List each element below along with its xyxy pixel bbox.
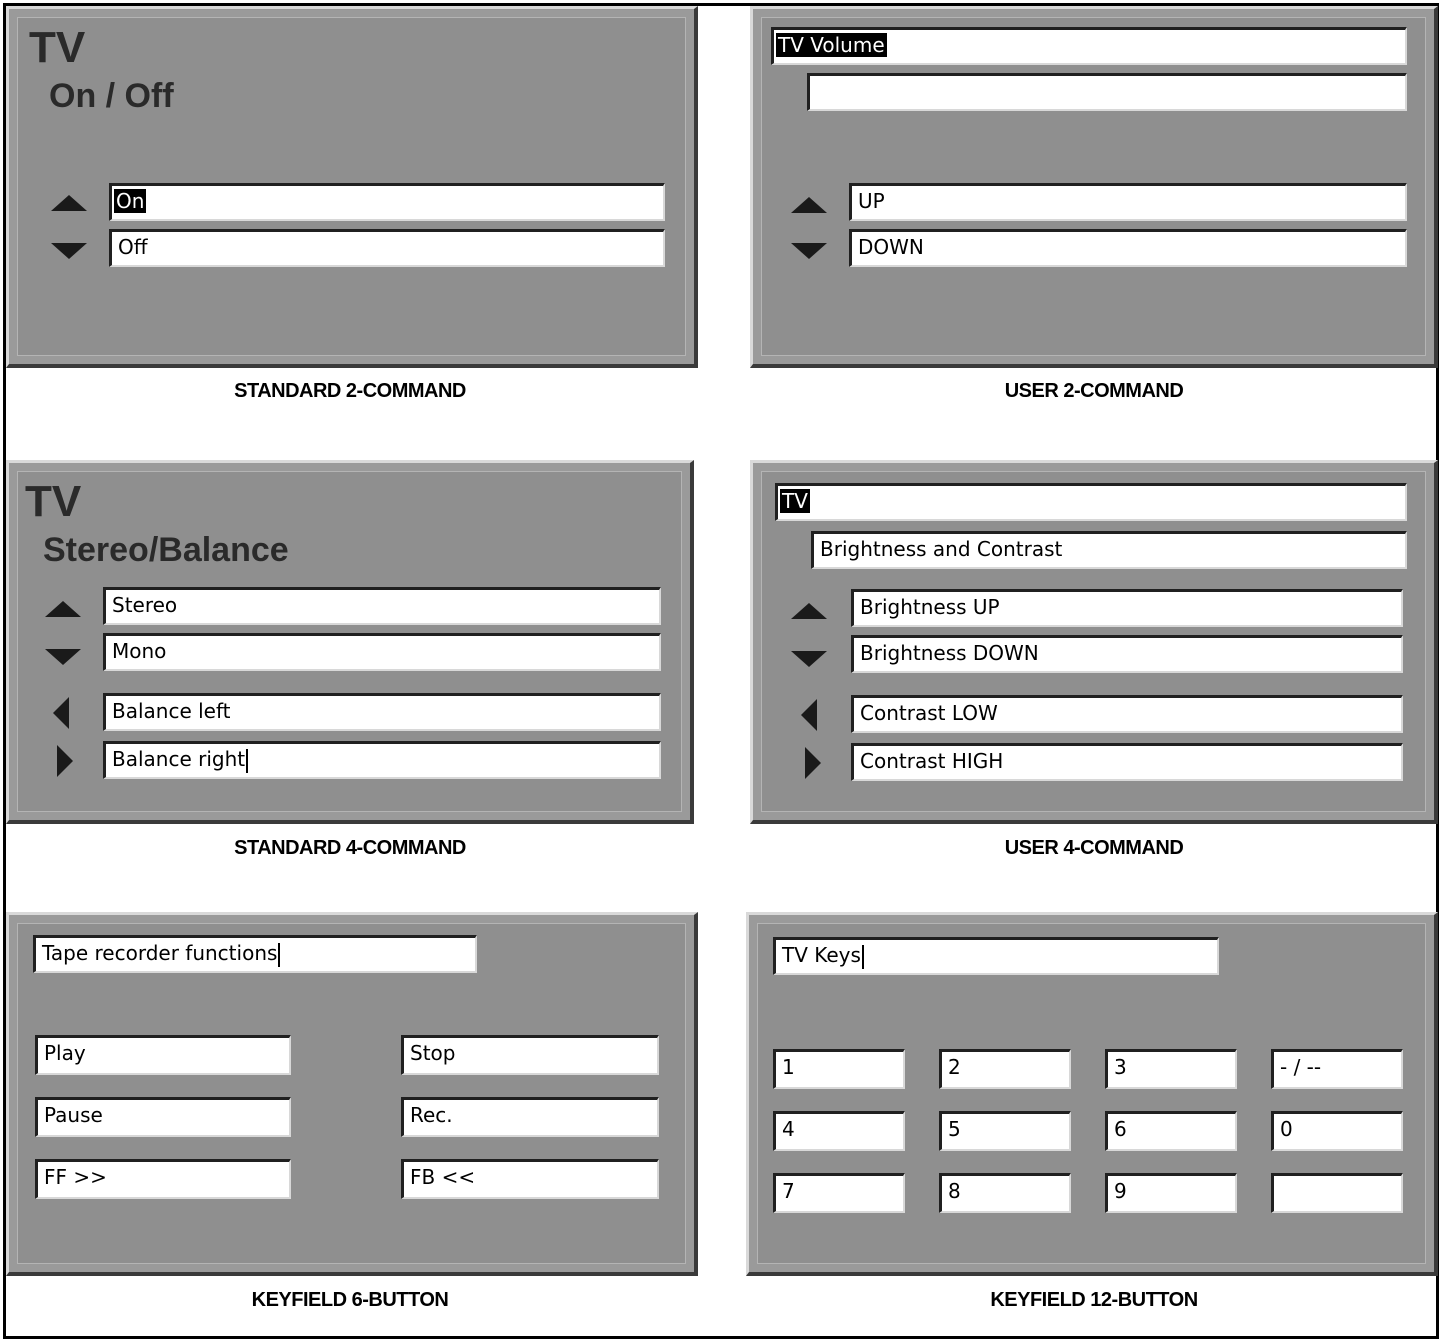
command-field-right[interactable]: Balance right <box>103 741 661 779</box>
keyfield-12-button-panel: TV Keys 1 2 3 - / -- 4 5 6 0 7 8 9 <box>746 912 1438 1276</box>
up-arrow-icon[interactable] <box>45 601 81 617</box>
keypad-button[interactable]: 5 <box>939 1111 1071 1151</box>
keypad-button[interactable]: 2 <box>939 1049 1071 1089</box>
keyfield-button[interactable]: Play <box>35 1035 291 1075</box>
user-2-command-panel: TV Volume UP DOWN <box>750 6 1438 368</box>
up-arrow-icon[interactable] <box>791 603 827 619</box>
panel-inner <box>17 923 686 1264</box>
keypad-button[interactable]: 4 <box>773 1111 905 1151</box>
keypad-button[interactable]: 9 <box>1105 1173 1237 1213</box>
caption-standard-4: STANDARD 4-COMMAND <box>234 837 466 859</box>
subtitle-field[interactable]: Brightness and Contrast <box>811 531 1407 569</box>
down-arrow-icon[interactable] <box>791 243 827 259</box>
down-arrow-icon[interactable] <box>791 651 827 667</box>
command-field-up[interactable]: UP <box>849 183 1407 221</box>
caption-user-4: USER 4-COMMAND <box>1004 837 1184 859</box>
command-field-down[interactable]: Off <box>109 229 665 267</box>
keypad-button[interactable]: 6 <box>1105 1111 1237 1151</box>
up-arrow-icon[interactable] <box>51 195 87 211</box>
selected-text: TV Volume <box>776 33 887 57</box>
command-label: Off <box>118 235 148 259</box>
command-field-up[interactable]: On <box>109 183 665 221</box>
command-field-up[interactable]: Brightness UP <box>851 589 1403 627</box>
command-field-right[interactable]: Contrast HIGH <box>851 743 1403 781</box>
subtitle-field[interactable] <box>807 73 1407 111</box>
left-arrow-icon[interactable] <box>801 699 817 731</box>
caption-keyfield-12: KEYFIELD 12-BUTTON <box>990 1289 1198 1311</box>
panel-title: TV <box>29 23 86 72</box>
panel-title: TV <box>25 477 82 526</box>
right-arrow-icon[interactable] <box>57 745 73 777</box>
title-field[interactable]: Tape recorder functions <box>33 935 477 973</box>
selected-text: TV <box>780 489 810 513</box>
right-arrow-icon[interactable] <box>805 747 821 779</box>
caption-keyfield-6: KEYFIELD 6-BUTTON <box>251 1289 449 1311</box>
keypad-button[interactable]: 8 <box>939 1173 1071 1213</box>
title-field[interactable]: TV <box>775 483 1407 521</box>
panel-subtitle: On / Off <box>49 77 174 115</box>
keypad-button[interactable]: 7 <box>773 1173 905 1213</box>
panel-subtitle: Stereo/Balance <box>43 531 289 569</box>
selected-text: On <box>114 189 147 213</box>
standard-4-command-panel: TV Stereo/Balance Stereo Mono Balance le… <box>6 460 694 824</box>
title-field[interactable]: TV Volume <box>771 27 1407 65</box>
text-cursor <box>246 748 249 773</box>
command-field-down[interactable]: Mono <box>103 633 661 671</box>
user-4-command-panel: TV Brightness and Contrast Brightness UP… <box>750 460 1438 824</box>
title-text: TV Keys <box>782 943 861 967</box>
command-field-down[interactable]: Brightness DOWN <box>851 635 1403 673</box>
keypad-button[interactable]: - / -- <box>1271 1049 1403 1089</box>
keyfield-button[interactable]: FB << <box>401 1159 659 1199</box>
title-text: Tape recorder functions <box>42 941 278 965</box>
command-label: Balance right <box>112 747 246 771</box>
keyfield-button[interactable]: Stop <box>401 1035 659 1075</box>
keyfield-6-button-panel: Tape recorder functions Play Stop Pause … <box>6 912 698 1276</box>
left-arrow-icon[interactable] <box>53 697 69 729</box>
keypad-button[interactable]: 1 <box>773 1049 905 1089</box>
keyfield-button[interactable]: Pause <box>35 1097 291 1137</box>
keypad-button[interactable] <box>1271 1173 1403 1213</box>
keypad-button[interactable]: 0 <box>1271 1111 1403 1151</box>
caption-user-2: USER 2-COMMAND <box>1004 380 1184 402</box>
keyfield-button[interactable]: Rec. <box>401 1097 659 1137</box>
text-cursor <box>278 942 281 967</box>
keyfield-button[interactable]: FF >> <box>35 1159 291 1199</box>
keypad-button[interactable]: 3 <box>1105 1049 1237 1089</box>
title-field[interactable]: TV Keys <box>773 937 1219 975</box>
standard-2-command-panel: TV On / Off On Off <box>6 6 698 368</box>
down-arrow-icon[interactable] <box>51 243 87 259</box>
up-arrow-icon[interactable] <box>791 197 827 213</box>
command-field-left[interactable]: Balance left <box>103 693 661 731</box>
down-arrow-icon[interactable] <box>45 649 81 665</box>
text-cursor <box>861 944 864 969</box>
command-field-down[interactable]: DOWN <box>849 229 1407 267</box>
caption-standard-2: STANDARD 2-COMMAND <box>234 380 466 402</box>
command-field-up[interactable]: Stereo <box>103 587 661 625</box>
command-field-left[interactable]: Contrast LOW <box>851 695 1403 733</box>
